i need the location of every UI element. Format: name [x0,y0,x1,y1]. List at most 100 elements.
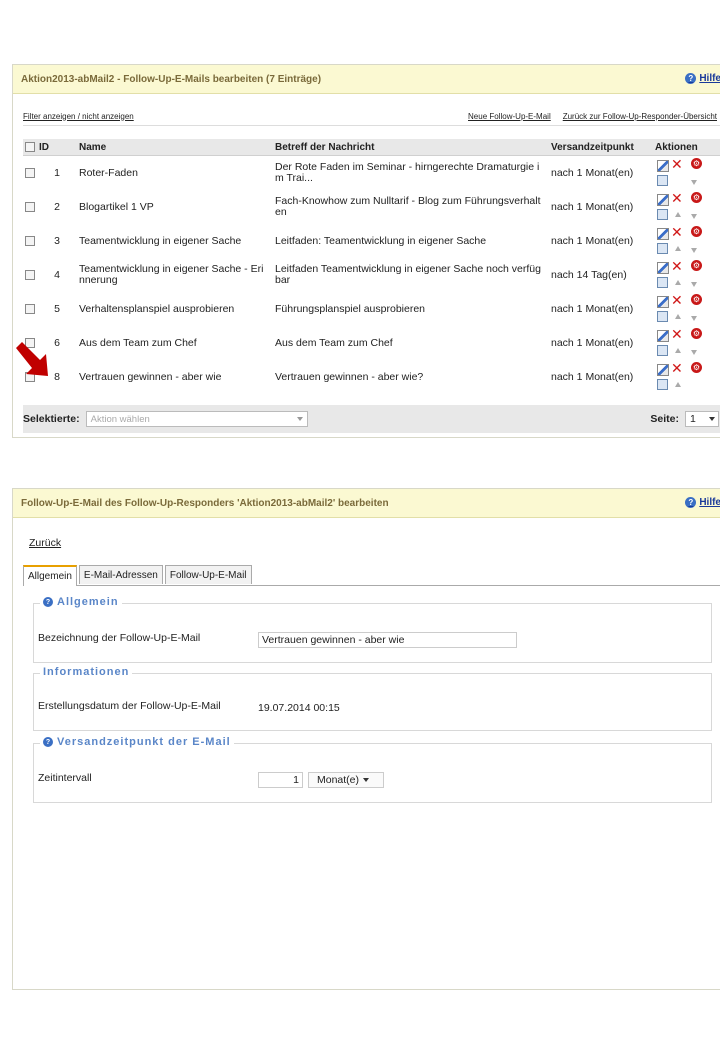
move-up-icon[interactable] [675,246,681,251]
copy-icon[interactable] [657,311,668,322]
list-toolbar: Filter anzeigen / nicht anzeigen Neue Fo… [23,107,720,126]
move-up-icon[interactable] [675,348,681,353]
row-name: Teamentwicklung in eigener Sache [79,234,242,247]
column-header-id[interactable]: ID [37,139,77,156]
move-up-icon[interactable] [675,314,681,319]
move-down-icon[interactable] [691,350,697,355]
row-name: Aus dem Team zum Chef [79,336,197,349]
row-name: Verhaltensplanspiel ausprobieren [79,302,235,315]
row-checkbox[interactable] [25,303,35,314]
delete-icon[interactable]: ✕ [671,259,683,273]
table-row: 2 Blogartikel 1 VP Fach-Knowhow zum Nullta… [23,190,720,224]
edit-icon[interactable] [657,194,669,206]
page-select[interactable]: 1 [685,411,719,427]
move-down-icon[interactable] [691,316,697,321]
row-checkbox[interactable] [25,235,35,246]
new-follow-up-email-link[interactable]: Neue Follow-Up-E-Mail [468,112,551,121]
copy-icon[interactable] [657,277,668,288]
delete-icon[interactable]: ✕ [671,293,683,307]
column-header-actions: Aktionen [653,139,720,156]
row-id: 1 [54,166,60,179]
section-information: Informationen Erstellungsdatum der Follo… [33,666,712,731]
edit-icon[interactable] [657,228,669,240]
row-checkbox[interactable] [25,201,35,212]
column-header-subject[interactable]: Betreff der Nachricht [273,139,549,156]
interval-input-value: 1 [293,774,299,786]
delete-icon[interactable]: ✕ [671,157,683,171]
help-icon[interactable]: ? [43,597,53,607]
row-name: Roter-Faden [79,166,138,179]
row-subject: Vertrauen gewinnen - aber wie? [275,370,424,383]
row-name: Teamentwicklung in eigener Sache - Eri n… [79,263,264,286]
move-up-icon[interactable] [675,382,681,387]
settings-icon[interactable]: ⚙ [691,362,702,373]
edit-icon[interactable] [657,262,669,274]
row-subject: Führungsplanspiel ausprobieren [275,302,426,315]
section-general-title: Allgemein [57,596,119,608]
column-header-name[interactable]: Name [77,139,273,156]
edit-icon[interactable] [657,160,669,172]
follow-up-table: ID Name Betreff der Nachricht Versandzei… [23,139,720,394]
help-label: Hilfe [699,497,720,508]
delete-icon[interactable]: ✕ [671,327,683,341]
tab-email-addresses[interactable]: E-Mail-Adressen [78,565,163,584]
back-to-overview-link[interactable]: Zurück zur Follow-Up-Responder-Übersicht [563,112,717,121]
back-link[interactable]: Zurück [29,537,61,549]
bulk-action-placeholder: Aktion wählen [90,413,150,425]
list-footer: Selektierte: Aktion wählen Seite: 1 [23,405,720,433]
help-link[interactable]: ? Hilfe [685,497,720,508]
edit-icon[interactable] [657,296,669,308]
row-name: Blogartikel 1 VP [79,200,154,213]
settings-icon[interactable]: ⚙ [691,328,702,339]
settings-icon[interactable]: ⚙ [691,158,702,169]
row-send-time: nach 1 Monat(en) [551,370,634,383]
help-link[interactable]: ? Hilfe [685,73,720,84]
row-actions: ✕ ⚙ [653,326,720,360]
move-down-icon[interactable] [691,214,697,219]
interval-label: Zeitintervall [38,772,92,784]
copy-icon[interactable] [657,243,668,254]
column-header-send-time[interactable]: Versandzeitpunkt [549,139,653,156]
follow-up-edit-panel: Follow-Up-E-Mail des Follow-Up-Responder… [12,488,720,990]
page-label: Seite: [650,413,679,425]
settings-icon[interactable]: ⚙ [691,260,702,271]
select-all-checkbox[interactable] [25,141,35,152]
tab-general[interactable]: Allgemein [23,565,77,586]
chevron-down-icon [363,778,370,782]
delete-icon[interactable]: ✕ [671,361,683,375]
row-send-time: nach 1 Monat(en) [551,166,634,179]
copy-icon[interactable] [657,345,668,356]
bulk-action-select[interactable]: Aktion wählen [85,411,308,427]
move-down-icon[interactable] [691,282,697,287]
tab-follow-up-email[interactable]: Follow-Up-E-Mail [164,565,252,584]
move-up-icon[interactable] [675,280,681,285]
row-checkbox[interactable] [25,269,35,280]
copy-icon[interactable] [657,379,668,390]
row-actions: ✕ ⚙ [653,258,720,292]
copy-icon[interactable] [657,209,668,220]
settings-icon[interactable]: ⚙ [691,226,702,237]
selected-label: Selektierte: [23,413,80,425]
edit-icon[interactable] [657,330,669,342]
interval-input[interactable]: 1 [258,772,303,788]
help-icon[interactable]: ? [43,737,53,747]
filter-toggle-link[interactable]: Filter anzeigen / nicht anzeigen [23,112,134,121]
settings-icon[interactable]: ⚙ [691,192,702,203]
move-up-icon[interactable] [675,212,681,217]
edit-icon[interactable] [657,364,669,376]
row-subject: Leitfaden: Teamentwicklung in eigener Sa… [275,234,487,247]
delete-icon[interactable]: ✕ [671,191,683,205]
row-send-time: nach 1 Monat(en) [551,200,634,213]
row-checkbox[interactable] [25,167,35,178]
red-arrow-icon [16,342,48,376]
settings-icon[interactable]: ⚙ [691,294,702,305]
interval-unit-select[interactable]: Monat(e) [308,772,384,788]
row-actions: ✕ ⚙ [653,224,720,258]
section-general: ? Allgemein Bezeichnung der Follow-Up-E-… [33,596,712,663]
copy-icon[interactable] [657,175,668,186]
name-input[interactable]: Vertrauen gewinnen - aber wie [258,632,517,648]
move-down-icon[interactable] [691,180,697,185]
move-down-icon[interactable] [691,248,697,253]
row-send-time: nach 1 Monat(en) [551,302,634,315]
delete-icon[interactable]: ✕ [671,225,683,239]
